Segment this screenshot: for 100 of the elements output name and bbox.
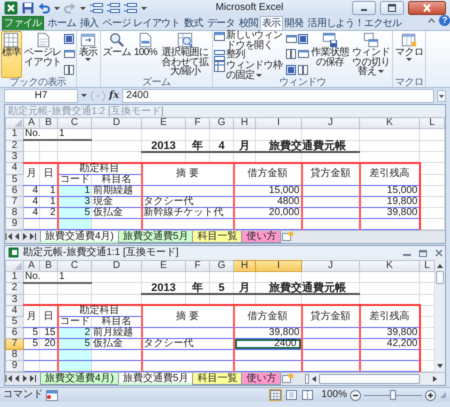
sheet-tab[interactable]: 科目一覧 <box>192 373 242 385</box>
dropdown-arrow-icon[interactable] <box>81 93 87 98</box>
column-header[interactable]: L <box>420 260 434 271</box>
page-layout-view-icon[interactable] <box>286 390 298 400</box>
row-header[interactable]: 3 <box>6 152 24 162</box>
ribbon-button[interactable]: 標準 <box>1 31 22 78</box>
row-header[interactable]: 9 <box>6 218 24 229</box>
handle-icon[interactable] <box>90 90 106 102</box>
ribbon-tab[interactable]: ページ レイアウト <box>100 16 182 30</box>
zoom-in-icon[interactable] <box>425 390 436 400</box>
horizontal-scrollbar[interactable] <box>305 373 445 385</box>
normal-view-icon[interactable] <box>270 390 282 400</box>
layout-icon[interactable] <box>124 2 137 14</box>
caret-icon[interactable] <box>141 6 147 10</box>
sheet-tab[interactable]: 旅費交通費5月 <box>118 230 194 242</box>
pane-pair-icon[interactable] <box>298 65 310 76</box>
column-header[interactable]: J <box>302 118 360 128</box>
row-header[interactable]: 2 <box>6 282 24 294</box>
last-sheet-icon[interactable] <box>29 373 37 384</box>
column-header[interactable]: F <box>186 260 210 271</box>
row-header[interactable]: 7 <box>6 196 24 207</box>
page-break-view-icon[interactable] <box>302 390 314 400</box>
column-header[interactable]: C <box>58 118 92 128</box>
first-sheet-icon[interactable] <box>5 373 13 384</box>
caret-icon[interactable] <box>80 6 86 10</box>
column-header[interactable]: D <box>92 260 142 271</box>
column-header[interactable]: A <box>24 118 40 128</box>
save-icon[interactable] <box>22 2 34 14</box>
column-header[interactable]: J <box>302 260 360 271</box>
collapse-ribbon-icon[interactable] <box>428 18 435 23</box>
column-header[interactable]: I <box>256 118 302 128</box>
minimize-button[interactable] <box>352 1 376 15</box>
column-header[interactable]: L <box>420 118 444 128</box>
column-header[interactable]: I <box>256 260 302 271</box>
row-header[interactable]: 4 <box>6 162 24 174</box>
row-header[interactable]: 7 <box>6 338 24 350</box>
ribbon-tab[interactable]: 表示 <box>260 16 283 30</box>
ribbon-tab[interactable]: 校閲 <box>237 16 260 30</box>
undo-icon[interactable] <box>38 2 50 14</box>
resize-grip-icon[interactable] <box>439 391 447 399</box>
row-header[interactable]: 8 <box>6 350 24 360</box>
insert-sheet-icon[interactable] <box>281 373 294 384</box>
close-button[interactable] <box>408 1 446 15</box>
column-header[interactable]: G <box>210 260 234 271</box>
column-header[interactable]: B <box>40 118 58 128</box>
app-icon[interactable] <box>4 1 18 15</box>
column-header[interactable]: H <box>234 260 256 271</box>
row-header[interactable]: 1 <box>6 271 24 282</box>
panel-icon[interactable] <box>286 34 298 44</box>
ribbon-button[interactable]: ウィンドウの切り替え <box>351 31 392 78</box>
ribbon-tab[interactable]: データ <box>204 16 238 30</box>
sheet-tab[interactable]: 科目一覧 <box>192 230 242 242</box>
zoom-slider[interactable] <box>364 389 422 401</box>
column-header[interactable]: G <box>210 118 234 128</box>
ribbon-tab[interactable]: 数式 <box>182 16 205 30</box>
maximize-button[interactable] <box>380 1 404 15</box>
row-header[interactable]: 4 <box>6 305 24 316</box>
panel-icon[interactable] <box>64 49 75 60</box>
last-sheet-icon[interactable] <box>29 230 37 242</box>
row-header[interactable]: 2 <box>6 140 24 152</box>
close-icon[interactable] <box>433 248 445 258</box>
pane-pair-icon[interactable] <box>286 49 298 60</box>
file-tab[interactable]: ファイル <box>2 16 44 30</box>
zoom-level[interactable]: 100% <box>321 390 347 400</box>
ribbon-button[interactable]: 作業状態の保存 <box>310 31 350 78</box>
name-box[interactable]: H7 <box>4 88 78 102</box>
row-header[interactable]: 6 <box>6 328 24 338</box>
ribbon-tab[interactable]: 開発 <box>282 16 306 30</box>
panel-icon[interactable] <box>298 49 310 60</box>
help-button[interactable]: ? <box>439 15 450 26</box>
sheet-tab[interactable]: 使い方 <box>241 373 282 385</box>
ribbon-tab[interactable]: 活用しよう！エクセル <box>305 16 404 30</box>
pane-pair-icon[interactable] <box>64 65 75 76</box>
column-header[interactable]: K <box>360 118 420 128</box>
zoom-out-icon[interactable] <box>350 390 361 400</box>
ribbon-button[interactable]: 100% <box>132 31 158 78</box>
layout-icon[interactable] <box>90 2 103 14</box>
ribbon-button[interactable]: 新しいウィンドウを開く <box>214 31 286 50</box>
row-header[interactable]: 1 <box>6 128 24 140</box>
caret-icon[interactable] <box>54 6 60 10</box>
insert-function-button[interactable]: fx <box>109 90 120 100</box>
sheet-tab[interactable]: 旅費交通費5月 <box>118 373 194 385</box>
column-header[interactable]: H <box>234 118 256 128</box>
row-header[interactable]: 5 <box>6 174 24 185</box>
column-header[interactable]: E <box>142 260 186 271</box>
macro-record-icon[interactable] <box>46 390 58 400</box>
column-header[interactable]: F <box>186 118 210 128</box>
insert-sheet-icon[interactable] <box>281 230 294 242</box>
expand-icon[interactable] <box>437 90 446 102</box>
column-header[interactable]: A <box>24 260 40 271</box>
layout-icon[interactable] <box>107 2 120 14</box>
ribbon-button[interactable]: ページレイアウト <box>22 31 63 78</box>
formula-field[interactable]: 2400 <box>122 88 434 102</box>
ribbon-tab[interactable]: ホーム <box>46 16 78 30</box>
column-header[interactable]: E <box>142 118 186 128</box>
slider-thumb[interactable] <box>390 390 396 400</box>
column-header[interactable]: D <box>92 118 142 128</box>
ribbon-button[interactable]: 選択範囲に合わせて拡大/縮小 <box>159 31 212 78</box>
panel-icon[interactable] <box>298 34 310 44</box>
panel-icon[interactable] <box>64 34 75 44</box>
